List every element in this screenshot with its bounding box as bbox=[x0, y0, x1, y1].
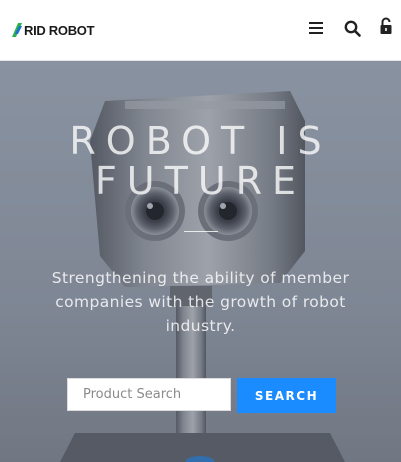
product-search-input[interactable] bbox=[67, 378, 231, 411]
hero-banner: ROBOT IS FUTURE Strengthening the abilit… bbox=[0, 61, 401, 462]
hero-title: ROBOT IS FUTURE bbox=[69, 119, 332, 203]
search-icon bbox=[344, 20, 361, 37]
brand-logo[interactable]: RID ROBOT bbox=[12, 22, 95, 38]
menu-icon bbox=[309, 22, 323, 34]
title-divider bbox=[184, 231, 218, 232]
search-button[interactable]: SEARCH bbox=[237, 378, 336, 413]
lock-icon bbox=[380, 17, 392, 34]
login-button[interactable] bbox=[376, 16, 396, 36]
logo-text: RID ROBOT bbox=[24, 22, 95, 38]
logo-mark-icon bbox=[12, 23, 22, 37]
site-header: RID ROBOT bbox=[0, 0, 401, 61]
header-search-button[interactable] bbox=[342, 18, 362, 38]
hero-subtitle: Strengthening the ability of member comp… bbox=[51, 269, 350, 335]
menu-button[interactable] bbox=[306, 18, 326, 38]
